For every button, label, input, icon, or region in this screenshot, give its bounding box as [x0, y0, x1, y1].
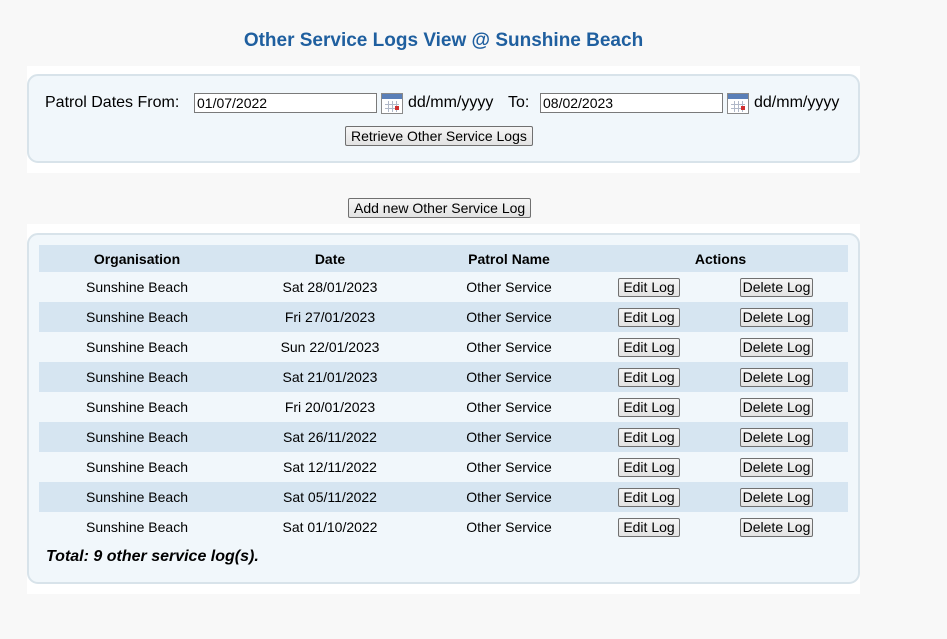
delete-log-button[interactable]: Delete Log: [739, 337, 814, 357]
cell-delete: Delete Log: [705, 422, 848, 452]
delete-log-button[interactable]: Delete Log: [739, 367, 814, 387]
cell-date: Sat 12/11/2022: [235, 452, 425, 482]
cell-edit: Edit Log: [593, 272, 705, 302]
header-organisation: Organisation: [39, 245, 235, 272]
cell-delete: Delete Log: [705, 482, 848, 512]
cell-delete: Delete Log: [705, 362, 848, 392]
to-label: To:: [508, 94, 530, 111]
cell-date: Sat 05/11/2022: [235, 482, 425, 512]
from-format-hint: dd/mm/yyyy: [408, 94, 494, 111]
delete-log-button[interactable]: Delete Log: [739, 277, 814, 297]
page-title: Other Service Logs View @ Sunshine Beach: [243, 30, 644, 51]
cell-patrol-name: Other Service: [425, 482, 593, 512]
total-count: Total: 9 other service log(s).: [46, 548, 259, 565]
cell-organisation: Sunshine Beach: [39, 302, 235, 332]
from-label: Patrol Dates From:: [45, 94, 180, 111]
edit-log-button[interactable]: Edit Log: [618, 307, 680, 327]
cell-patrol-name: Other Service: [425, 302, 593, 332]
cell-patrol-name: Other Service: [425, 272, 593, 302]
table-row: Sunshine Beach Sat 01/10/2022 Other Servic…: [39, 512, 848, 542]
delete-log-button[interactable]: Delete Log: [739, 397, 814, 417]
cell-delete: Delete Log: [705, 272, 848, 302]
cell-organisation: Sunshine Beach: [39, 482, 235, 512]
cell-patrol-name: Other Service: [425, 332, 593, 362]
cell-organisation: Sunshine Beach: [39, 512, 235, 542]
table-row: Sunshine Beach Sat 12/11/2022 Other Servic…: [39, 452, 848, 482]
edit-log-button[interactable]: Edit Log: [618, 457, 680, 477]
cell-edit: Edit Log: [593, 392, 705, 422]
cell-date: Fri 20/01/2023: [235, 392, 425, 422]
delete-log-button[interactable]: Delete Log: [739, 517, 814, 537]
table-row: Sunshine Beach Sat 28/01/2023 Other Servic…: [39, 272, 848, 302]
edit-log-button[interactable]: Edit Log: [618, 397, 680, 417]
to-format-hint: dd/mm/yyyy: [754, 94, 840, 111]
cell-organisation: Sunshine Beach: [39, 392, 235, 422]
cell-delete: Delete Log: [705, 452, 848, 482]
header-date: Date: [235, 245, 425, 272]
cell-patrol-name: Other Service: [425, 362, 593, 392]
cell-edit: Edit Log: [593, 362, 705, 392]
cell-delete: Delete Log: [705, 332, 848, 362]
cell-edit: Edit Log: [593, 482, 705, 512]
cell-edit: Edit Log: [593, 422, 705, 452]
cell-patrol-name: Other Service: [425, 512, 593, 542]
cell-delete: Delete Log: [705, 302, 848, 332]
cell-edit: Edit Log: [593, 332, 705, 362]
edit-log-button[interactable]: Edit Log: [618, 487, 680, 507]
table-row: Sunshine Beach Fri 27/01/2023 Other Servic…: [39, 302, 848, 332]
logs-table: Organisation Date Patrol Name Actions Su…: [39, 245, 848, 542]
table-row: Sunshine Beach Sun 22/01/2023 Other Servic…: [39, 332, 848, 362]
edit-log-button[interactable]: Edit Log: [618, 517, 680, 537]
filter-panel: [27, 74, 860, 163]
cell-date: Fri 27/01/2023: [235, 302, 425, 332]
cell-edit: Edit Log: [593, 452, 705, 482]
cell-organisation: Sunshine Beach: [39, 452, 235, 482]
table-row: Sunshine Beach Fri 20/01/2023 Other Servic…: [39, 392, 848, 422]
delete-log-button[interactable]: Delete Log: [739, 487, 814, 507]
cell-date: Sat 21/01/2023: [235, 362, 425, 392]
retrieve-logs-button[interactable]: Retrieve Other Service Logs: [345, 126, 533, 146]
calendar-icon[interactable]: [381, 93, 403, 114]
cell-patrol-name: Other Service: [425, 422, 593, 452]
header-actions: Actions: [593, 245, 848, 272]
edit-log-button[interactable]: Edit Log: [618, 427, 680, 447]
table-row: Sunshine Beach Sat 05/11/2022 Other Servic…: [39, 482, 848, 512]
cell-patrol-name: Other Service: [425, 392, 593, 422]
cell-delete: Delete Log: [705, 392, 848, 422]
edit-log-button[interactable]: Edit Log: [618, 277, 680, 297]
header-patrol-name: Patrol Name: [425, 245, 593, 272]
cell-organisation: Sunshine Beach: [39, 362, 235, 392]
cell-edit: Edit Log: [593, 512, 705, 542]
edit-log-button[interactable]: Edit Log: [618, 337, 680, 357]
add-log-button[interactable]: Add new Other Service Log: [348, 198, 532, 218]
cell-patrol-name: Other Service: [425, 452, 593, 482]
delete-log-button[interactable]: Delete Log: [739, 307, 814, 327]
delete-log-button[interactable]: Delete Log: [739, 427, 814, 447]
cell-delete: Delete Log: [705, 512, 848, 542]
cell-organisation: Sunshine Beach: [39, 332, 235, 362]
cell-edit: Edit Log: [593, 302, 705, 332]
cell-date: Sat 01/10/2022: [235, 512, 425, 542]
to-date-input[interactable]: [540, 93, 723, 113]
cell-organisation: Sunshine Beach: [39, 422, 235, 452]
table-header-row: Organisation Date Patrol Name Actions: [39, 245, 848, 272]
calendar-icon[interactable]: [727, 93, 749, 114]
cell-date: Sun 22/01/2023: [235, 332, 425, 362]
table-row: Sunshine Beach Sat 26/11/2022 Other Servic…: [39, 422, 848, 452]
from-date-input[interactable]: [194, 93, 377, 113]
delete-log-button[interactable]: Delete Log: [739, 457, 814, 477]
cell-organisation: Sunshine Beach: [39, 272, 235, 302]
cell-date: Sat 28/01/2023: [235, 272, 425, 302]
cell-date: Sat 26/11/2022: [235, 422, 425, 452]
table-row: Sunshine Beach Sat 21/01/2023 Other Servic…: [39, 362, 848, 392]
edit-log-button[interactable]: Edit Log: [618, 367, 680, 387]
